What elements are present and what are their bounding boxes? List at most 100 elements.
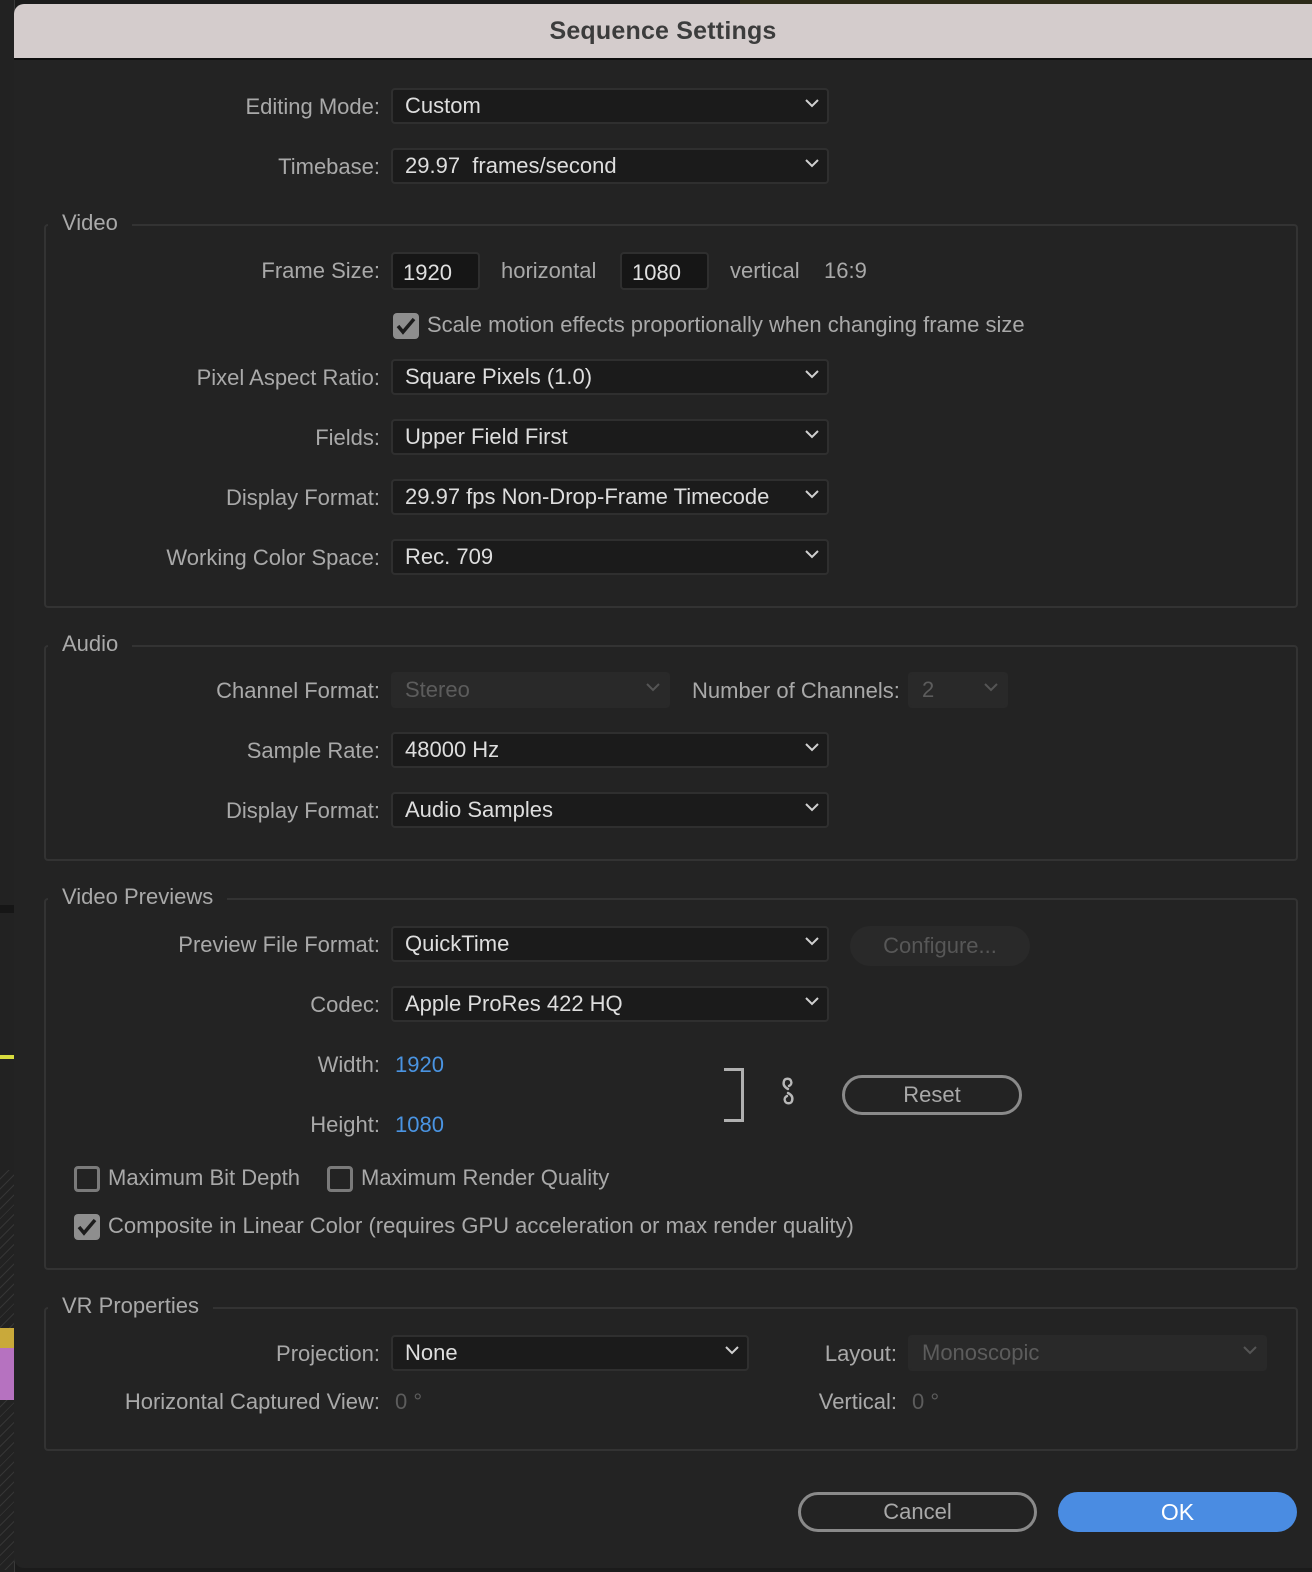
link-bracket [724, 1068, 744, 1122]
editing-mode-label: Editing Mode: [245, 94, 380, 119]
chevron-down-icon [984, 682, 998, 692]
fields-value: Upper Field First [405, 424, 568, 449]
aspect-ratio-readout: 16:9 [824, 258, 867, 283]
preview-file-format-label: Preview File Format: [178, 932, 380, 957]
fields-label: Fields: [315, 425, 380, 450]
timebase-label-wrap: Timebase: [14, 150, 380, 186]
layout-label-wrap: Layout: [14, 1337, 897, 1373]
sample-rate-dropdown[interactable]: 48000 Hz [391, 732, 829, 768]
audio-group-title: Audio [48, 631, 133, 657]
cancel-button[interactable]: Cancel [798, 1492, 1037, 1532]
chevron-down-icon [646, 682, 660, 692]
video-display-format-label: Display Format: [225, 485, 380, 510]
video-display-format-label-wrap: Display Format: [14, 481, 380, 517]
channel-format-dropdown: Stereo [391, 672, 670, 708]
chevron-down-icon [805, 802, 819, 812]
channel-format-value: Stereo [405, 677, 470, 702]
chevron-down-icon [805, 489, 819, 499]
codec-label-wrap: Codec: [14, 988, 380, 1024]
editing-mode-dropdown[interactable]: Custom [391, 88, 829, 124]
preview-width-label: Width: [317, 1052, 380, 1077]
editing-mode-value: Custom [405, 93, 481, 118]
configure-button: Configure... [850, 926, 1030, 966]
preview-width-value[interactable]: 1920 [395, 1052, 444, 1078]
channel-format-label-wrap: Channel Format: [14, 674, 380, 710]
wcs-label-wrap: Working Color Space: [14, 541, 380, 577]
timebase-dropdown[interactable]: 29.97 frames/second [391, 148, 829, 184]
link-icon[interactable] [780, 1076, 796, 1111]
frame-height-input[interactable]: 1080 [620, 252, 709, 290]
number-of-channels-label: Number of Channels: [692, 678, 900, 703]
layout-value: Monoscopic [922, 1340, 1040, 1365]
vr-properties-group [44, 1307, 1298, 1451]
composite-linear-label[interactable]: Composite in Linear Color (requires GPU … [108, 1213, 854, 1239]
sequence-settings-dialog: Sequence Settings Editing Mode: Custom T… [14, 4, 1312, 1568]
chevron-down-icon [805, 369, 819, 379]
frame-size-label-wrap: Frame Size: [14, 254, 380, 290]
codec-value: Apple ProRes 422 HQ [405, 991, 623, 1016]
composite-linear-checkbox[interactable] [74, 1214, 100, 1240]
max-bit-depth-checkbox[interactable] [74, 1166, 100, 1192]
sample-rate-value: 48000 Hz [405, 737, 500, 762]
pixel-aspect-ratio-value: Square Pixels (1.0) [405, 364, 593, 389]
sample-rate-label-wrap: Sample Rate: [14, 734, 380, 770]
vertical-label-wrap: Vertical: [14, 1385, 897, 1421]
checkmark-icon [396, 317, 416, 335]
chevron-down-icon [805, 742, 819, 752]
codec-label: Codec: [310, 992, 380, 1017]
background-timeline-bar [0, 905, 14, 913]
preview-file-format-dropdown[interactable]: QuickTime [391, 926, 829, 962]
layout-dropdown: Monoscopic [908, 1335, 1267, 1371]
editing-mode-label-wrap: Editing Mode: [14, 90, 380, 126]
reset-button[interactable]: Reset [842, 1075, 1022, 1115]
frame-size-label: Frame Size: [261, 258, 380, 283]
ok-button[interactable]: OK [1058, 1492, 1297, 1532]
working-color-space-value: Rec. 709 [405, 544, 494, 569]
width-label-wrap: Width: [14, 1048, 380, 1084]
scale-motion-checkbox[interactable] [393, 313, 419, 339]
preview-height-label: Height: [310, 1112, 380, 1137]
codec-dropdown[interactable]: Apple ProRes 422 HQ [391, 986, 829, 1022]
checkmark-icon [77, 1218, 97, 1236]
chevron-down-icon [805, 549, 819, 559]
fields-label-wrap: Fields: [14, 421, 380, 457]
sample-rate-label: Sample Rate: [246, 738, 380, 763]
preview-height-value[interactable]: 1080 [395, 1112, 444, 1138]
audio-display-format-value: Audio Samples [405, 797, 553, 822]
vr-properties-group-title: VR Properties [48, 1293, 213, 1319]
pixel-aspect-ratio-dropdown[interactable]: Square Pixels (1.0) [391, 359, 829, 395]
working-color-space-dropdown[interactable]: Rec. 709 [391, 539, 829, 575]
video-display-format-dropdown[interactable]: 29.97 fps Non-Drop-Frame Timecode [391, 479, 829, 515]
video-display-format-value: 29.97 fps Non-Drop-Frame Timecode [405, 484, 770, 509]
chevron-down-icon [1243, 1345, 1257, 1355]
vr-vertical-label: Vertical: [818, 1389, 897, 1414]
timebase-label: Timebase: [278, 154, 380, 179]
max-bit-depth-label[interactable]: Maximum Bit Depth [108, 1165, 300, 1191]
audio-display-format-dropdown[interactable]: Audio Samples [391, 792, 829, 828]
number-of-channels-value: 2 [922, 677, 935, 702]
chevron-down-icon [805, 158, 819, 168]
layout-label: Layout: [824, 1341, 897, 1366]
dialog-titlebar[interactable]: Sequence Settings [14, 4, 1312, 60]
max-render-quality-checkbox[interactable] [327, 1166, 353, 1192]
audio-display-format-label: Display Format: [225, 798, 380, 823]
timebase-value: 29.97 frames/second [405, 153, 617, 178]
vertical-label: vertical [730, 258, 800, 283]
max-render-quality-label[interactable]: Maximum Render Quality [361, 1165, 609, 1191]
video-group-title: Video [48, 210, 132, 236]
dialog-title: Sequence Settings [549, 16, 777, 45]
pff-label-wrap: Preview File Format: [14, 928, 380, 964]
pixel-aspect-ratio-label: Pixel Aspect Ratio: [196, 365, 380, 390]
frame-width-input[interactable]: 1920 [391, 252, 480, 290]
chevron-down-icon [805, 996, 819, 1006]
background-fx-badge [0, 1328, 14, 1348]
chevron-down-icon [805, 429, 819, 439]
vr-vertical-value[interactable]: 0 ° [912, 1389, 939, 1415]
background-playhead-marker [0, 1055, 14, 1059]
number-of-channels-dropdown: 2 [908, 672, 1008, 708]
fields-dropdown[interactable]: Upper Field First [391, 419, 829, 455]
scale-motion-label[interactable]: Scale motion effects proportionally when… [427, 312, 1025, 338]
working-color-space-label: Working Color Space: [166, 545, 380, 570]
preview-file-format-value: QuickTime [405, 931, 510, 956]
channel-format-label: Channel Format: [216, 678, 380, 703]
